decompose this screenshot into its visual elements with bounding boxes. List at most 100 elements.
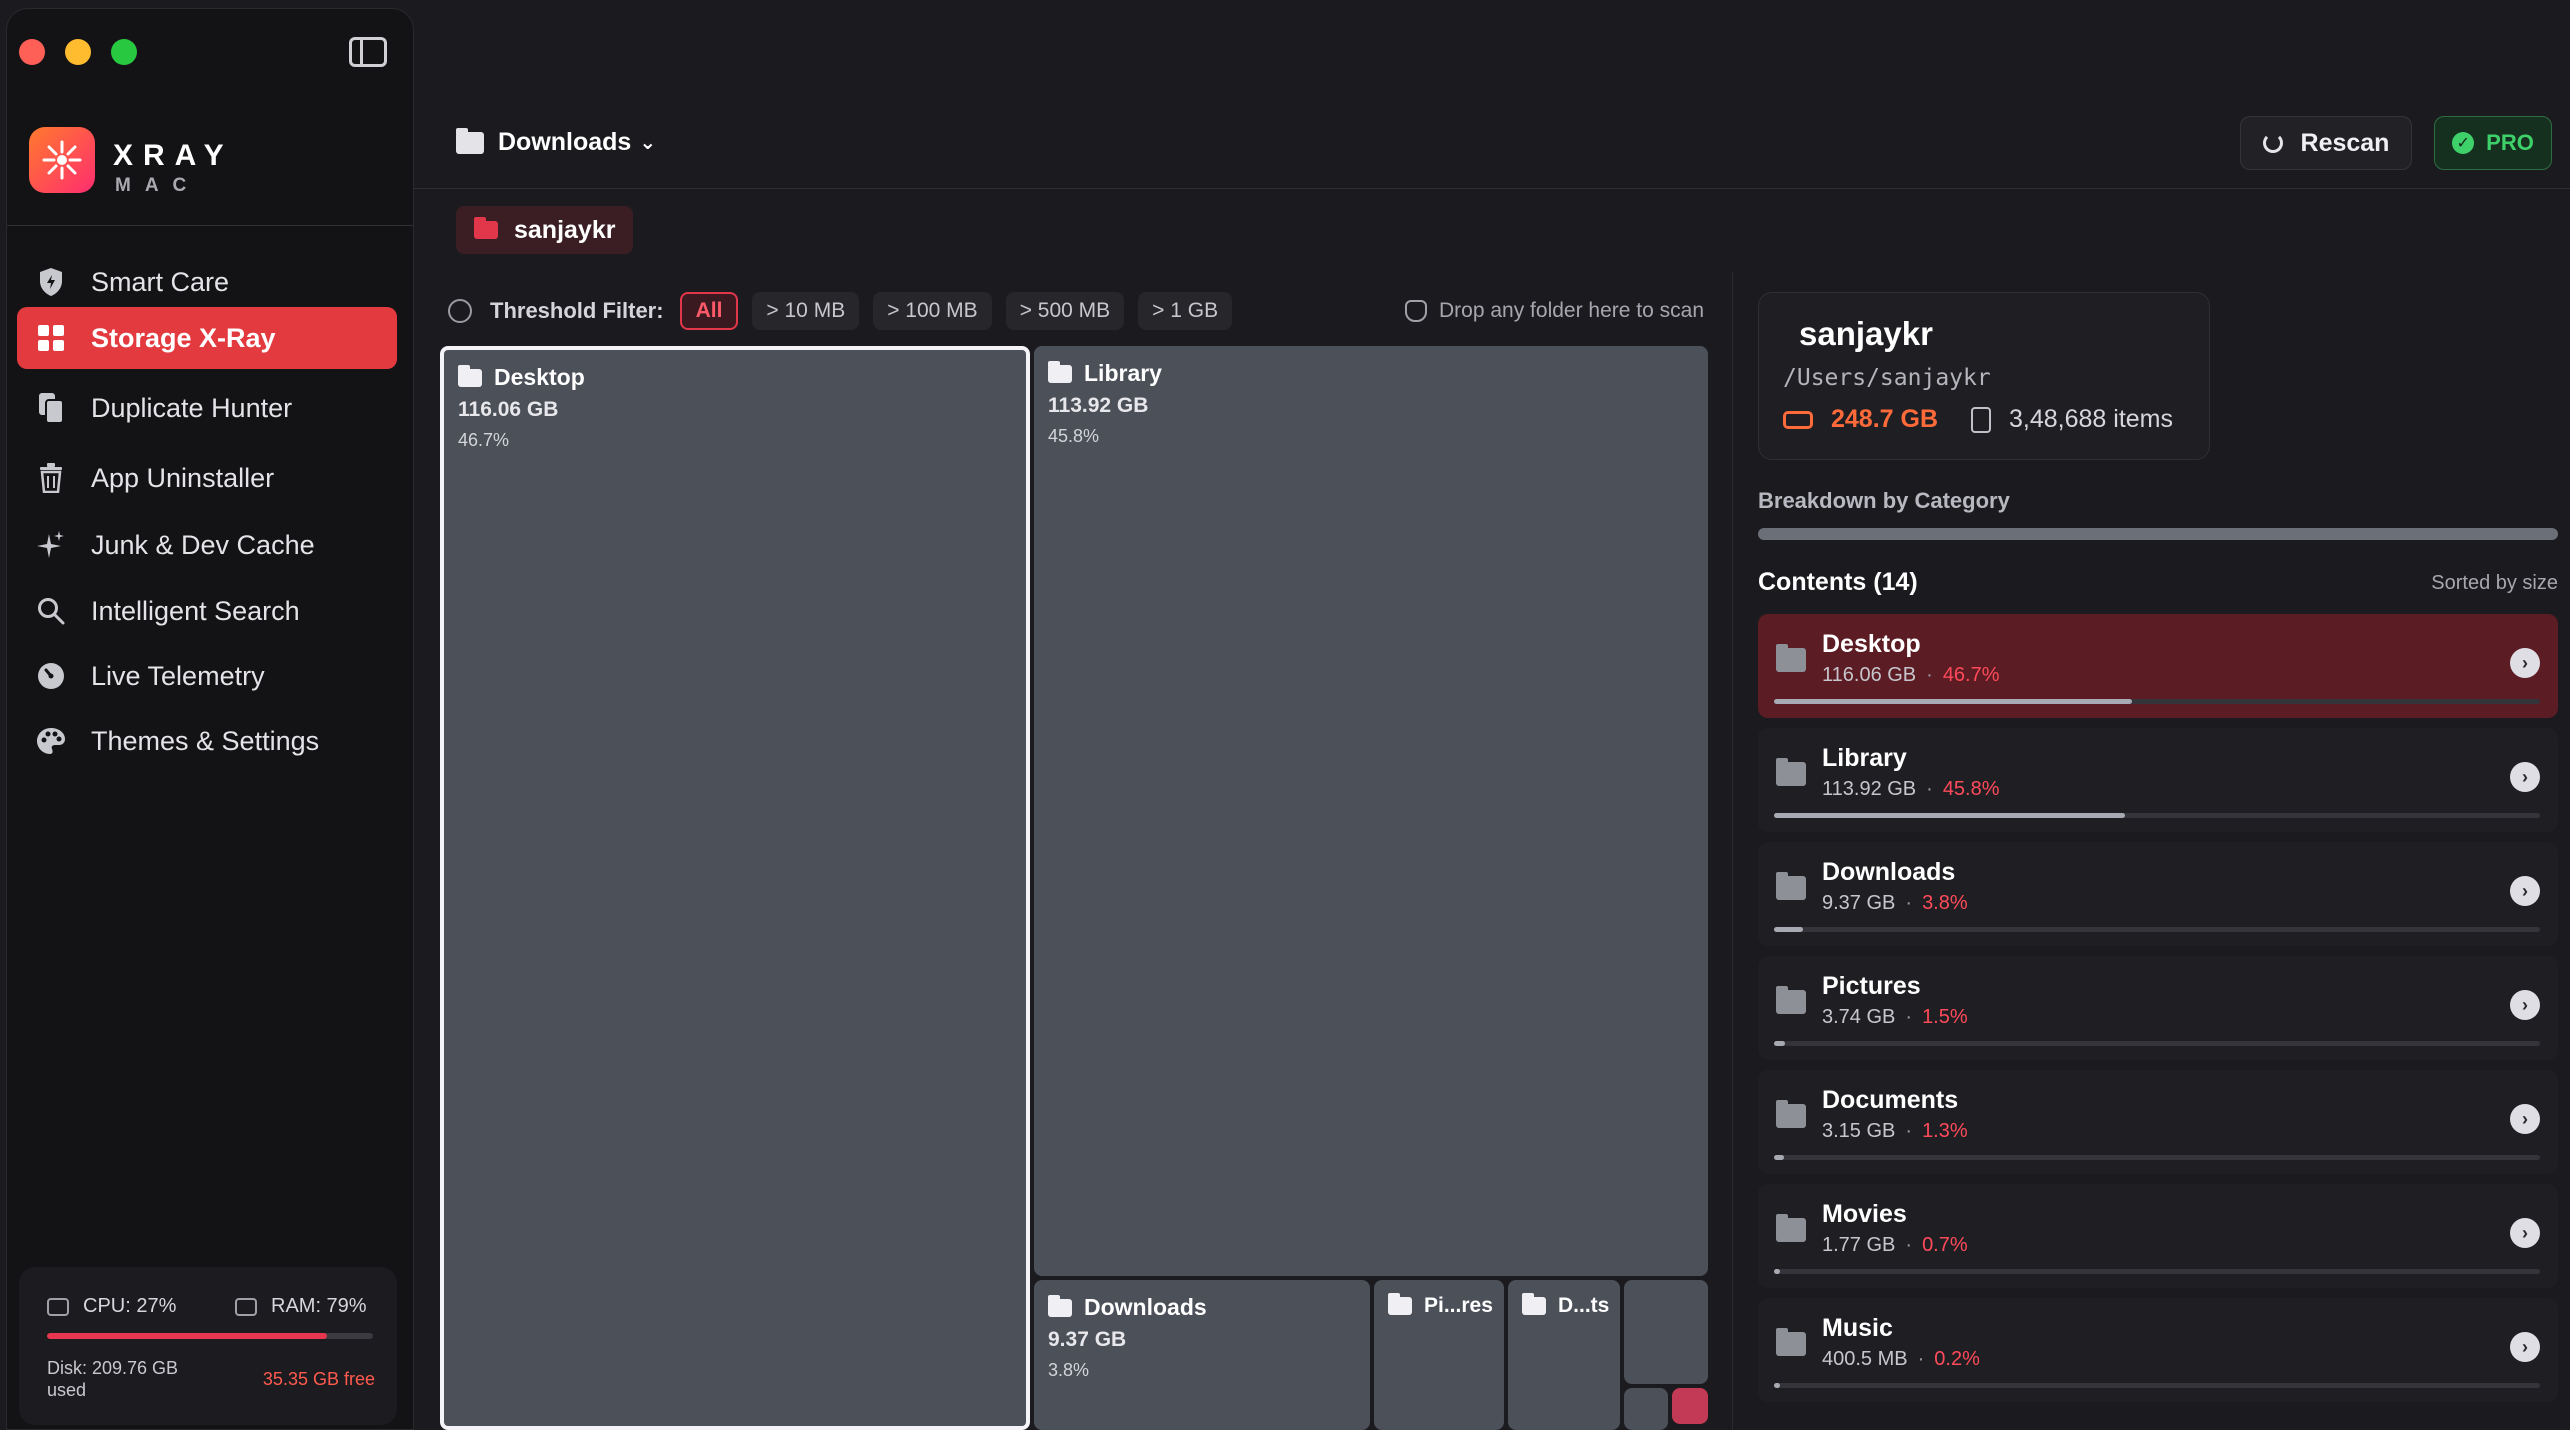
row-size: 3.15 GB — [1822, 1120, 1896, 1142]
content-row-downloads[interactable]: Downloads 9.37 GB · 3.8% › — [1758, 842, 2558, 946]
header-divider — [414, 188, 2570, 189]
content-row-library[interactable]: Library 113.92 GB · 45.8% › — [1758, 728, 2558, 832]
zoom-window-button[interactable] — [111, 39, 137, 65]
row-size-bar — [1774, 1041, 2540, 1046]
folder-icon — [1776, 872, 1806, 900]
drive-icon — [1783, 410, 1813, 429]
sidebar-item-intelligent-search[interactable]: Intelligent Search — [17, 580, 397, 642]
sidebar-item-live-telemetry[interactable]: Live Telemetry — [17, 645, 397, 707]
row-name: Desktop — [1822, 630, 1921, 658]
ram-value: RAM: 79% — [271, 1295, 367, 1317]
sidebar-item-junk-dev-cache[interactable]: Junk & Dev Cache — [17, 514, 397, 576]
close-window-button[interactable] — [19, 39, 45, 65]
disk-used-label: Disk: 209.76 GB used — [47, 1358, 179, 1400]
palette-icon — [35, 725, 67, 757]
brand-subtitle: MAC — [115, 175, 201, 196]
filter-chip-500mb[interactable]: > 500 MB — [1005, 292, 1125, 330]
row-meta: 1.77 GB · 0.7% — [1822, 1234, 1968, 1257]
sidebar-item-label: Themes & Settings — [91, 725, 320, 756]
row-size-fill — [1774, 813, 2125, 818]
rescan-button[interactable]: Rescan — [2240, 116, 2412, 170]
row-size: 400.5 MB — [1822, 1348, 1908, 1370]
tile-size: 116.06 GB — [458, 398, 559, 421]
breakdown-bar — [1758, 528, 2558, 540]
sidebar: XRAY MAC Smart Care Storage X-Ray Duplic… — [6, 8, 414, 1430]
row-meta: 3.74 GB · 1.5% — [1822, 1006, 1968, 1029]
tile-name: D...ts — [1522, 1293, 1609, 1318]
row-meta: 400.5 MB · 0.2% — [1822, 1348, 1980, 1371]
filter-chip-1gb[interactable]: > 1 GB — [1138, 292, 1233, 330]
sidebar-item-app-uninstaller[interactable]: App Uninstaller — [17, 447, 397, 509]
chevron-right-icon[interactable]: › — [2510, 1332, 2540, 1362]
row-percent: 0.2% — [1934, 1348, 1980, 1370]
chevron-right-icon[interactable]: › — [2510, 762, 2540, 792]
filter-label: Threshold Filter: — [490, 298, 664, 323]
shield-icon — [35, 266, 67, 298]
folder-total-size: 248.7 GB — [1783, 405, 1938, 434]
row-meta: 3.15 GB · 1.3% — [1822, 1120, 1968, 1143]
folder-icon — [1776, 758, 1806, 786]
treemap-tile-library[interactable]: Library 113.92 GB 45.8% — [1034, 346, 1708, 1276]
sidebar-item-storage-x-ray[interactable]: Storage X-Ray — [17, 307, 397, 369]
tile-name-text: Downloads — [1084, 1294, 1207, 1320]
filter-chip-100mb[interactable]: > 100 MB — [873, 292, 992, 330]
treemap-tile-other[interactable] — [1672, 1388, 1708, 1424]
folder-total-size-value: 248.7 GB — [1831, 405, 1939, 433]
content-row-music[interactable]: Music 400.5 MB · 0.2% › — [1758, 1298, 2558, 1402]
sidebar-divider — [7, 225, 413, 226]
folder-icon — [456, 127, 484, 154]
separator-dot: · — [1905, 1120, 1913, 1142]
location-dropdown[interactable]: Downloads ⌄ — [456, 127, 656, 157]
app-window: XRAY MAC Smart Care Storage X-Ray Duplic… — [0, 0, 2570, 1430]
chevron-right-icon[interactable]: › — [2510, 1104, 2540, 1134]
treemap-tile-downloads[interactable]: Downloads 9.37 GB 3.8% — [1034, 1280, 1370, 1430]
sidebar-toggle-icon[interactable] — [349, 37, 387, 67]
cpu-stat: CPU: 27% — [47, 1295, 176, 1318]
sort-label[interactable]: Sorted by size — [2431, 572, 2558, 595]
filter-chip-all[interactable]: All — [679, 292, 739, 330]
breadcrumb[interactable]: sanjaykr — [456, 206, 634, 254]
sidebar-item-smart-care[interactable]: Smart Care — [17, 251, 397, 313]
tile-size: 9.37 GB — [1048, 1328, 1127, 1351]
row-size: 9.37 GB — [1822, 892, 1896, 914]
rescan-label: Rescan — [2300, 128, 2390, 157]
memory-icon — [235, 1297, 257, 1316]
row-name: Pictures — [1822, 972, 1921, 1000]
content-row-desktop[interactable]: Desktop 116.06 GB · 46.7% › — [1758, 614, 2558, 718]
minimize-window-button[interactable] — [65, 39, 91, 65]
treemap-tile-movies[interactable] — [1624, 1280, 1708, 1384]
treemap-tile-documents[interactable]: D...ts — [1508, 1280, 1620, 1430]
folder-icon — [1776, 986, 1806, 1014]
chevron-right-icon[interactable]: › — [2510, 876, 2540, 906]
sidebar-item-themes-settings[interactable]: Themes & Settings — [17, 710, 397, 772]
chevron-right-icon[interactable]: › — [2510, 990, 2540, 1020]
tile-name-text: Desktop — [494, 364, 585, 390]
folder-icon — [1776, 1100, 1806, 1128]
filter-chip-10mb[interactable]: > 10 MB — [752, 292, 860, 330]
pro-button[interactable]: ✓ PRO — [2434, 116, 2552, 170]
row-name: Documents — [1822, 1086, 1959, 1114]
folder-path: /Users/sanjaykr — [1783, 365, 1991, 391]
hand-icon — [1405, 300, 1428, 322]
treemap-tile-desktop[interactable]: Desktop 116.06 GB 46.7% — [440, 346, 1030, 1430]
row-size-bar — [1774, 699, 2540, 704]
row-meta: 116.06 GB · 46.7% — [1822, 664, 2000, 687]
content-row-movies[interactable]: Movies 1.77 GB · 0.7% › — [1758, 1184, 2558, 1288]
content-row-documents[interactable]: Documents 3.15 GB · 1.3% › — [1758, 1070, 2558, 1174]
separator-dot: · — [1926, 778, 1933, 800]
pro-label: PRO — [2486, 130, 2534, 155]
content-row-pictures[interactable]: Pictures 3.74 GB · 1.5% › — [1758, 956, 2558, 1060]
sidebar-item-duplicate-hunter[interactable]: Duplicate Hunter — [17, 377, 397, 439]
separator-dot: · — [1917, 1348, 1925, 1370]
chevron-right-icon[interactable]: › — [2510, 648, 2540, 678]
row-size: 113.92 GB — [1822, 778, 1917, 800]
row-size-fill — [1774, 927, 1804, 932]
ram-stat: RAM: 79% — [235, 1295, 367, 1318]
tile-name: Library — [1048, 360, 1162, 387]
separator-dot: · — [1905, 892, 1913, 914]
row-name: Downloads — [1822, 858, 1956, 886]
treemap-tile-music[interactable] — [1624, 1388, 1668, 1430]
treemap-tile-pictures[interactable]: Pi...res — [1374, 1280, 1504, 1430]
chevron-right-icon[interactable]: › — [2510, 1218, 2540, 1248]
row-size-bar — [1774, 813, 2540, 818]
